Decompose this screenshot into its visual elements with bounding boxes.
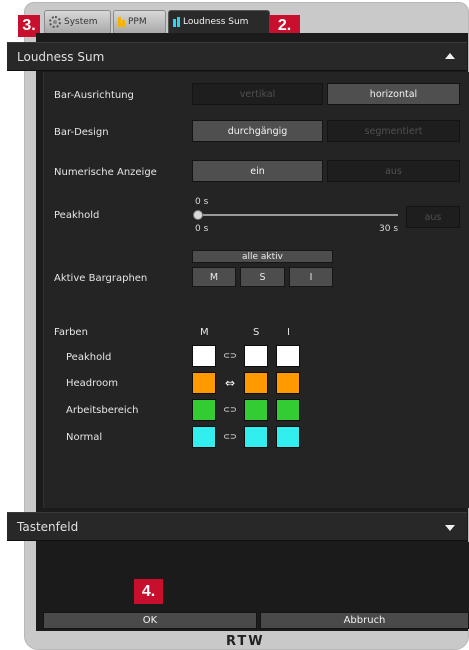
ok-button[interactable]: OK [43,612,257,629]
option-durchgaengig[interactable]: durchgängig [192,120,323,142]
bargraph-i-button[interactable]: I [289,267,333,287]
option-aus[interactable]: aus [327,160,460,182]
label-numerische-anzeige: Numerische Anzeige [54,167,157,178]
peakhold-min-label: 0 s [195,224,209,234]
tab-system-label: System [64,17,98,27]
peakhold-value: 0 s [195,197,209,207]
color-column-s: S [253,327,260,338]
tab-ppm[interactable]: PPM [113,10,166,33]
color-label-headroom: Headroom [66,378,119,389]
unlink-icon-normal[interactable]: ⊂⊃ [222,431,238,443]
color-swatch-headroom-i[interactable] [276,372,300,394]
tab-system[interactable]: System [44,10,111,33]
color-label-arbeitsbereich: Arbeitsbereich [66,405,139,416]
section-header-tastenfeld[interactable]: Tastenfeld [7,512,467,541]
cancel-button[interactable]: Abbruch [260,612,469,629]
expand-arrow-icon[interactable] [445,525,455,531]
color-swatch-normal-s[interactable] [244,426,268,448]
tastenfeld-title: Tastenfeld [17,519,79,534]
footer-area [43,542,469,612]
rtw-logo: RTW [226,634,265,649]
label-bar-design: Bar-Design [54,127,109,138]
link-icon-headroom[interactable]: ⇔ [222,377,238,389]
gear-icon [49,16,61,28]
label-peakhold: Peakhold [54,210,100,221]
unlink-icon-peakhold[interactable]: ⊂⊃ [222,350,238,362]
color-swatch-headroom-m[interactable] [192,372,216,394]
bargraph-s-button[interactable]: S [240,267,285,287]
option-vertikal[interactable]: vertikal [192,83,323,105]
bargraph-m-button[interactable]: M [192,267,236,287]
option-horizontal[interactable]: horizontal [327,83,460,105]
tab-loudness-sum[interactable]: Loudness Sum [168,10,270,33]
loudness-bars-icon [173,17,180,27]
tab-ppm-label: PPM [128,17,147,27]
section-title: Loudness Sum [17,49,105,64]
peakhold-max-label: 30 s [379,224,399,234]
all-active-button[interactable]: alle aktiv [192,250,333,263]
color-label-peakhold: Peakhold [66,352,112,363]
color-swatch-peakhold-s[interactable] [244,345,268,367]
unlink-icon-arbeitsbereich[interactable]: ⊂⊃ [222,404,238,416]
color-label-normal: Normal [66,432,103,443]
callout-4: 4. [134,579,163,604]
option-segmentiert[interactable]: segmentiert [327,120,460,142]
section-header-loudness-sum[interactable]: Loudness Sum [7,42,467,71]
color-swatch-peakhold-i[interactable] [276,345,300,367]
color-swatch-peakhold-m[interactable] [192,345,216,367]
option-ein[interactable]: ein [192,160,323,182]
color-swatch-arbeitsbereich-m[interactable] [192,399,216,421]
color-swatch-normal-i[interactable] [276,426,300,448]
color-swatch-headroom-s[interactable] [244,372,268,394]
label-farben: Farben [54,327,88,338]
label-bar-ausrichtung: Bar-Ausrichtung [54,90,134,101]
collapse-arrow-icon[interactable] [445,53,455,59]
peakhold-slider-track[interactable] [198,214,398,216]
color-column-i: I [287,327,290,338]
color-swatch-arbeitsbereich-i[interactable] [276,399,300,421]
peakhold-slider-handle[interactable] [193,210,203,220]
color-swatch-normal-m[interactable] [192,426,216,448]
ppm-bars-icon [118,17,125,27]
peakhold-off-button[interactable]: aus [406,206,460,228]
label-aktive-bargraphen: Aktive Bargraphen [54,273,148,284]
color-swatch-arbeitsbereich-s[interactable] [244,399,268,421]
color-column-m: M [200,327,209,338]
tab-loudness-sum-label: Loudness Sum [183,17,249,27]
